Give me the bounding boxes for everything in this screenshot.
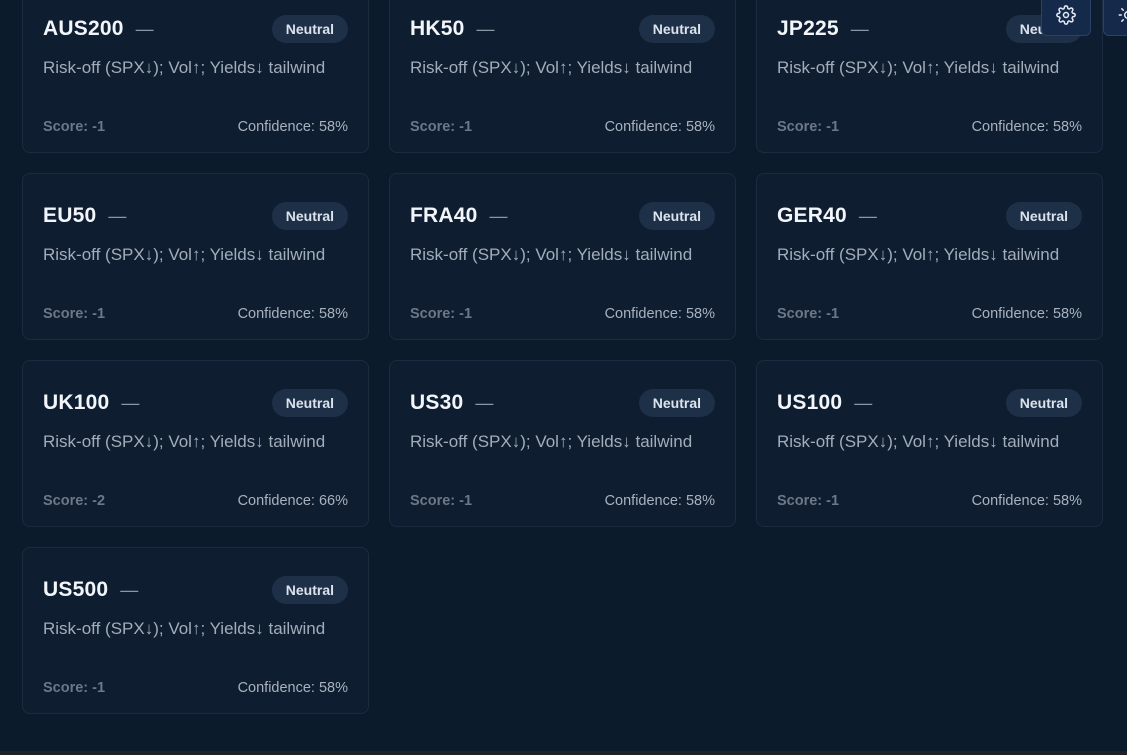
change-indicator: — — [121, 393, 140, 413]
instrument-symbol: US100 — [777, 391, 843, 414]
card-header: EU50 — Neutral — [43, 201, 348, 231]
card-footer: Score: -2 Confidence: 66% — [43, 493, 348, 509]
card-header: GER40 — Neutral — [777, 201, 1082, 231]
card-header: US500 — Neutral — [43, 575, 348, 605]
change-indicator: — — [108, 206, 127, 226]
confidence-value: Confidence: 58% — [971, 119, 1082, 135]
card-footer: Score: -1 Confidence: 58% — [777, 306, 1082, 322]
score-value: Score: -1 — [777, 306, 840, 322]
card-header: JP225 — Neutral — [777, 14, 1082, 44]
instrument-card[interactable]: US100 — Neutral Risk-off (SPX↓); Vol↑; Y… — [756, 360, 1103, 527]
instrument-card[interactable]: HK50 — Neutral Risk-off (SPX↓); Vol↑; Yi… — [389, 0, 736, 153]
confidence-value: Confidence: 58% — [604, 306, 715, 322]
card-footer: Score: -1 Confidence: 58% — [410, 493, 715, 509]
gear-icon — [1056, 5, 1076, 25]
theme-toggle-button[interactable] — [1103, 0, 1127, 36]
instrument-symbol: JP225 — [777, 17, 839, 40]
change-indicator: — — [120, 580, 139, 600]
instrument-card[interactable]: US30 — Neutral Risk-off (SPX↓); Vol↑; Yi… — [389, 360, 736, 527]
instrument-symbol: HK50 — [410, 17, 465, 40]
bias-badge: Neutral — [1005, 202, 1082, 230]
instrument-grid: AUS200 — Neutral Risk-off (SPX↓); Vol↑; … — [22, 0, 1103, 714]
card-footer: Score: -1 Confidence: 58% — [43, 306, 348, 322]
card-header: HK50 — Neutral — [410, 14, 715, 44]
card-footer: Score: -1 Confidence: 58% — [777, 119, 1082, 135]
instrument-symbol: FRA40 — [410, 204, 478, 227]
confidence-value: Confidence: 58% — [604, 119, 715, 135]
score-value: Score: -1 — [43, 306, 106, 322]
card-header: AUS200 — Neutral — [43, 14, 348, 44]
bias-badge: Neutral — [271, 576, 348, 604]
bottom-edge-divider — [0, 751, 1127, 755]
score-value: Score: -1 — [43, 119, 106, 135]
driver-summary: Risk-off (SPX↓); Vol↑; Yields↓ tailwind — [410, 432, 693, 451]
driver-summary: Risk-off (SPX↓); Vol↑; Yields↓ tailwind — [43, 432, 326, 451]
instrument-card[interactable]: GER40 — Neutral Risk-off (SPX↓); Vol↑; Y… — [756, 173, 1103, 340]
confidence-value: Confidence: 58% — [971, 306, 1082, 322]
confidence-value: Confidence: 58% — [237, 680, 348, 696]
change-indicator: — — [135, 19, 154, 39]
driver-summary: Risk-off (SPX↓); Vol↑; Yields↓ tailwind — [410, 245, 693, 264]
change-indicator: — — [858, 206, 877, 226]
card-footer: Score: -1 Confidence: 58% — [777, 493, 1082, 509]
driver-summary: Risk-off (SPX↓); Vol↑; Yields↓ tailwind — [777, 58, 1060, 77]
change-indicator: — — [489, 206, 508, 226]
change-indicator: — — [854, 393, 873, 413]
change-indicator: — — [476, 19, 495, 39]
bias-badge: Neutral — [638, 202, 715, 230]
bias-badge: Neutral — [638, 389, 715, 417]
card-header: UK100 — Neutral — [43, 388, 348, 418]
sun-icon — [1118, 8, 1127, 22]
confidence-value: Confidence: 58% — [237, 306, 348, 322]
score-value: Score: -1 — [777, 119, 840, 135]
confidence-value: Confidence: 58% — [971, 493, 1082, 509]
instrument-symbol: AUS200 — [43, 17, 124, 40]
change-indicator: — — [475, 393, 494, 413]
card-footer: Score: -1 Confidence: 58% — [410, 119, 715, 135]
card-footer: Score: -1 Confidence: 58% — [43, 680, 348, 696]
driver-summary: Risk-off (SPX↓); Vol↑; Yields↓ tailwind — [43, 245, 326, 264]
instrument-symbol: US500 — [43, 578, 109, 601]
card-footer: Score: -1 Confidence: 58% — [43, 119, 348, 135]
driver-summary: Risk-off (SPX↓); Vol↑; Yields↓ tailwind — [43, 619, 326, 638]
instrument-card[interactable]: AUS200 — Neutral Risk-off (SPX↓); Vol↑; … — [22, 0, 369, 153]
confidence-value: Confidence: 58% — [237, 119, 348, 135]
driver-summary: Risk-off (SPX↓); Vol↑; Yields↓ tailwind — [777, 432, 1060, 451]
instrument-card[interactable]: EU50 — Neutral Risk-off (SPX↓); Vol↑; Yi… — [22, 173, 369, 340]
driver-summary: Risk-off (SPX↓); Vol↑; Yields↓ tailwind — [777, 245, 1060, 264]
instrument-card[interactable]: UK100 — Neutral Risk-off (SPX↓); Vol↑; Y… — [22, 360, 369, 527]
score-value: Score: -1 — [777, 493, 840, 509]
bias-badge: Neutral — [638, 15, 715, 43]
instrument-card[interactable]: FRA40 — Neutral Risk-off (SPX↓); Vol↑; Y… — [389, 173, 736, 340]
instrument-symbol: UK100 — [43, 391, 110, 414]
card-header: US30 — Neutral — [410, 388, 715, 418]
instrument-symbol: GER40 — [777, 204, 847, 227]
card-header: US100 — Neutral — [777, 388, 1082, 418]
instrument-symbol: US30 — [410, 391, 464, 414]
bias-badge: Neutral — [271, 15, 348, 43]
bias-badge: Neutral — [1005, 389, 1082, 417]
score-value: Score: -1 — [43, 680, 106, 696]
score-value: Score: -1 — [410, 119, 473, 135]
score-value: Score: -1 — [410, 306, 473, 322]
instrument-card[interactable]: US500 — Neutral Risk-off (SPX↓); Vol↑; Y… — [22, 547, 369, 714]
page: AUS200 — Neutral Risk-off (SPX↓); Vol↑; … — [0, 0, 1127, 755]
card-footer: Score: -1 Confidence: 58% — [410, 306, 715, 322]
driver-summary: Risk-off (SPX↓); Vol↑; Yields↓ tailwind — [43, 58, 326, 77]
change-indicator: — — [850, 19, 869, 39]
instrument-symbol: EU50 — [43, 204, 97, 227]
bias-badge: Neutral — [271, 202, 348, 230]
card-header: FRA40 — Neutral — [410, 201, 715, 231]
settings-button[interactable] — [1041, 0, 1091, 36]
confidence-value: Confidence: 58% — [604, 493, 715, 509]
confidence-value: Confidence: 66% — [237, 493, 348, 509]
score-value: Score: -2 — [43, 493, 106, 509]
bias-badge: Neutral — [271, 389, 348, 417]
driver-summary: Risk-off (SPX↓); Vol↑; Yields↓ tailwind — [410, 58, 693, 77]
score-value: Score: -1 — [410, 493, 473, 509]
